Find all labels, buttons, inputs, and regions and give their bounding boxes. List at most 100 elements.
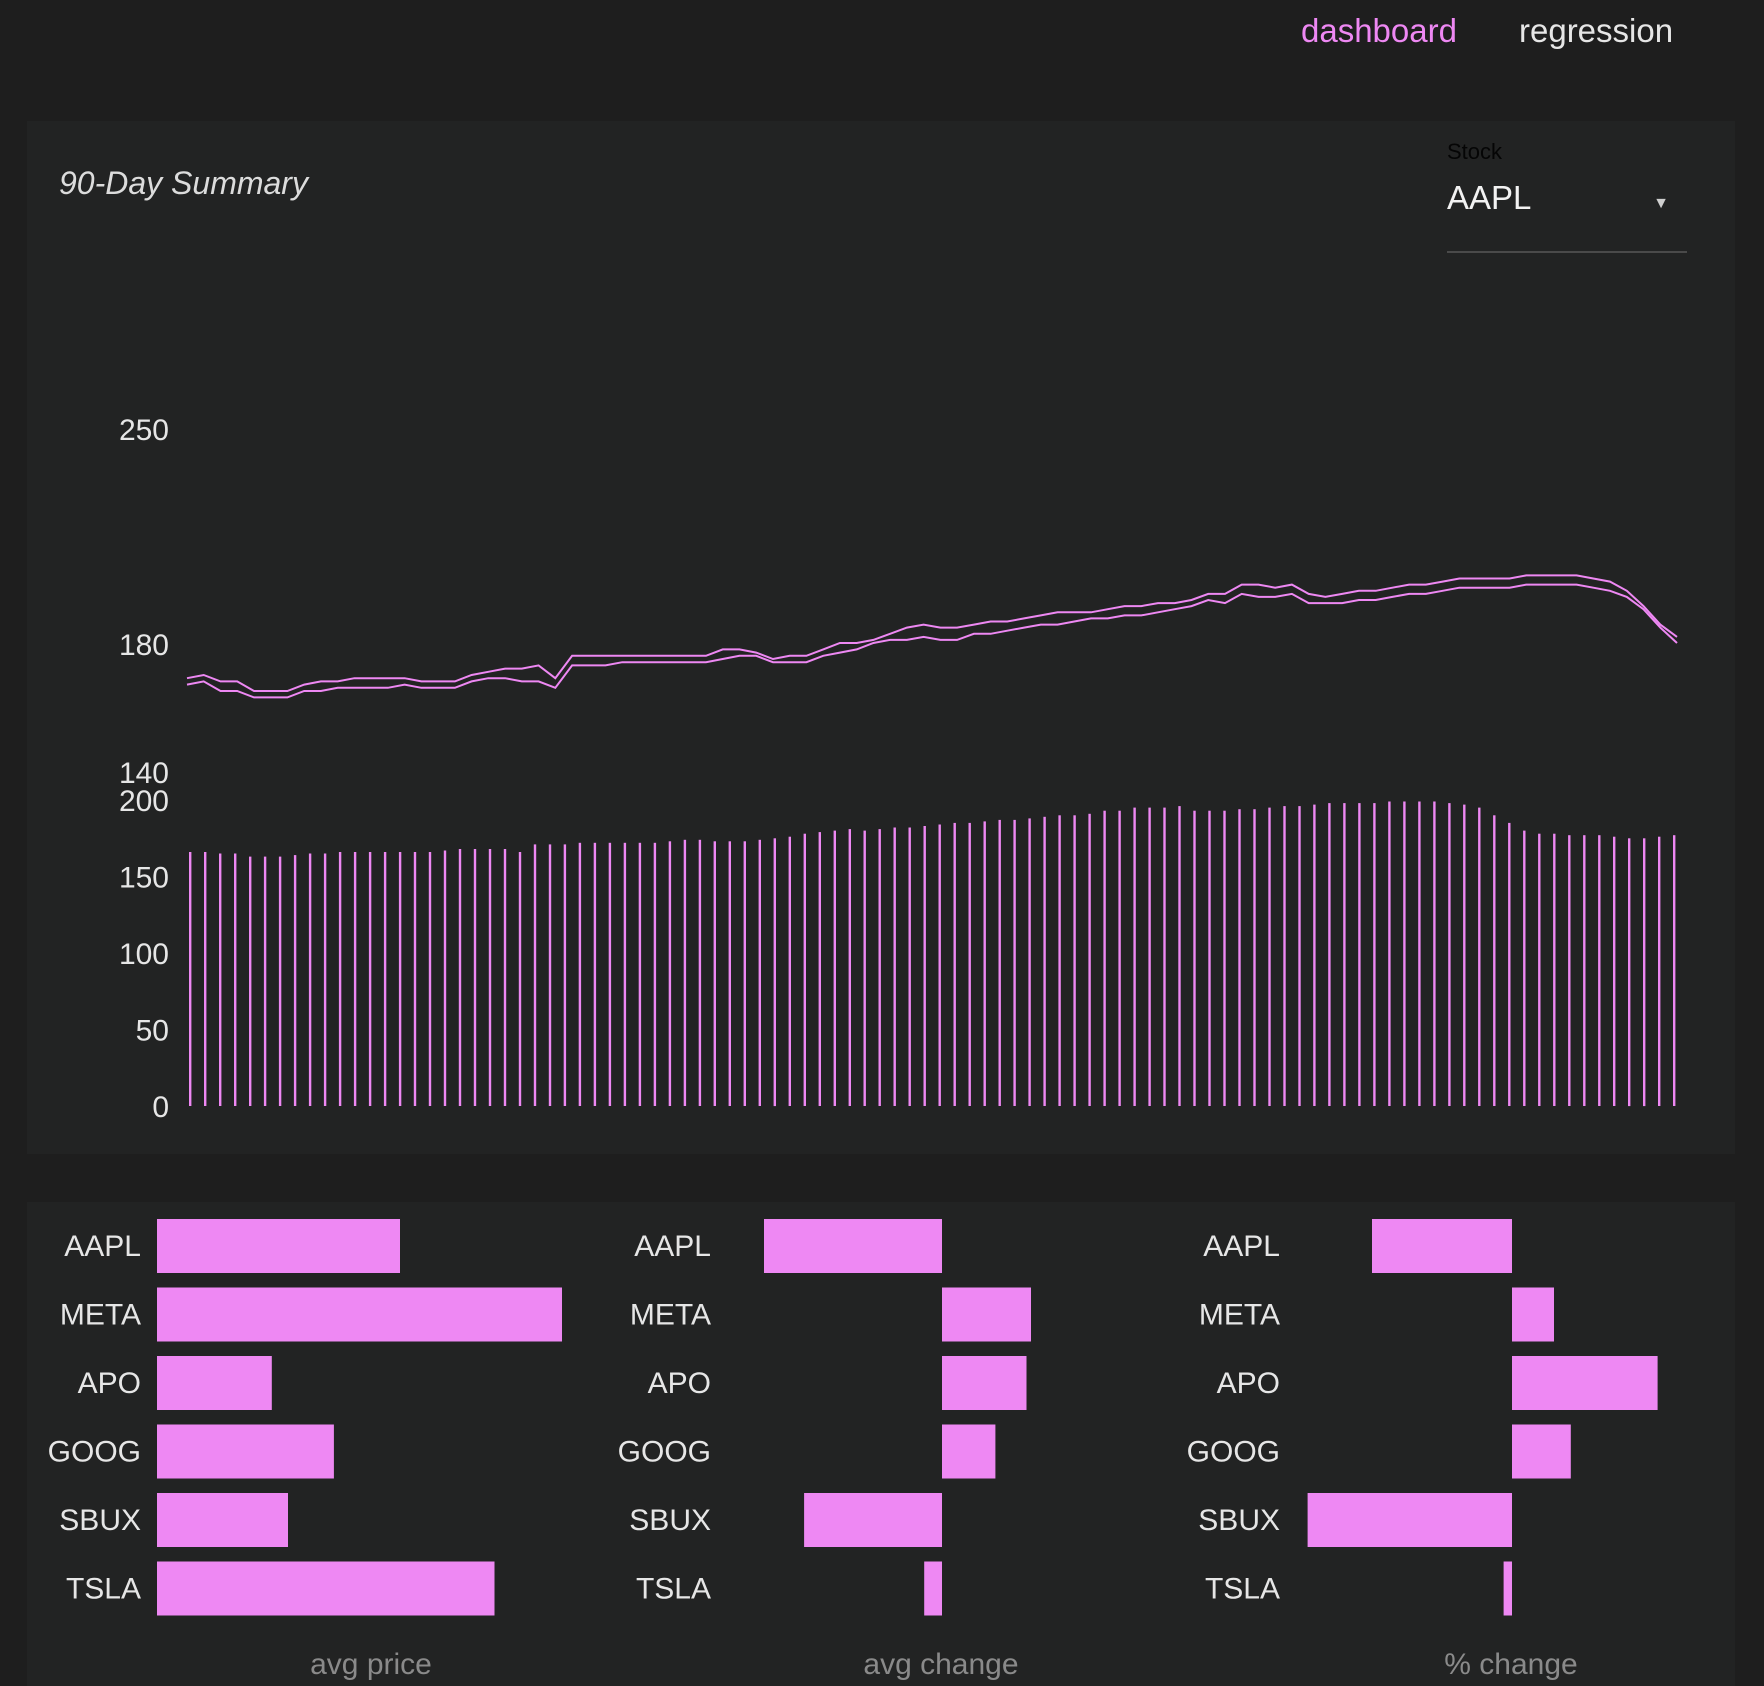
category-label: AAPL <box>634 1230 711 1263</box>
volume-bar <box>1448 803 1451 1106</box>
chart-x-label: avg change <box>863 1648 1018 1681</box>
volume-bar <box>1343 803 1346 1106</box>
volume-bar <box>593 842 597 1106</box>
category-label: GOOG <box>618 1436 711 1469</box>
volume-bar <box>1328 803 1331 1106</box>
volume-bar <box>953 822 956 1106</box>
stock-select[interactable]: Stock AAPL ▼ <box>1447 139 1687 253</box>
nav-regression[interactable]: regression <box>1519 12 1673 50</box>
volume-bar <box>1358 803 1361 1106</box>
volume-y-tick: 50 <box>136 1015 169 1048</box>
volume-bar <box>234 853 237 1106</box>
chart-x-label: avg price <box>310 1648 432 1681</box>
volume-bar <box>1373 803 1376 1106</box>
volume-bar <box>608 842 612 1106</box>
volume-bar <box>338 852 342 1106</box>
volume-bar <box>1088 813 1091 1106</box>
metric-bar <box>1503 1561 1512 1616</box>
volume-bar <box>1043 816 1046 1106</box>
summary-panel: 90-Day Summary Stock AAPL ▼ 250 180 140 20… <box>27 121 1735 1154</box>
metric-bar <box>804 1493 942 1547</box>
volume-bar <box>1178 806 1181 1106</box>
volume-bar <box>908 827 911 1106</box>
volume-bar <box>1028 818 1031 1106</box>
volume-bar <box>1628 838 1631 1107</box>
volume-bar <box>1013 819 1016 1106</box>
volume-bar <box>473 849 477 1106</box>
volume-bar <box>1058 815 1061 1106</box>
volume-bar <box>204 852 207 1106</box>
summary-title: 90-Day Summary <box>59 165 308 201</box>
volume-bar <box>1418 801 1421 1106</box>
volume-bar <box>1583 835 1586 1106</box>
chevron-down-icon: ▼ <box>1653 195 1669 212</box>
volume-bar <box>1268 807 1271 1106</box>
volume-bar <box>398 852 402 1106</box>
volume-bar <box>1523 830 1526 1106</box>
category-label: META <box>60 1299 141 1332</box>
comparison-panel: AAPL META APO GOOG SBUX TSLA avg price AAPL MET… <box>27 1202 1735 1686</box>
volume-bar <box>383 852 387 1106</box>
volume-bar <box>998 819 1001 1106</box>
volume-bar <box>1478 807 1481 1106</box>
volume-bar <box>938 824 941 1106</box>
volume-bar <box>219 853 222 1106</box>
category-label: APO <box>78 1367 141 1400</box>
stock-select-label: Stock <box>1447 139 1503 164</box>
volume-bar <box>1613 836 1616 1106</box>
volume-bar <box>308 853 312 1106</box>
volume-bar <box>848 829 851 1106</box>
price-series-line-1 <box>186 583 1678 699</box>
volume-bar <box>833 830 836 1106</box>
category-label: TSLA <box>1205 1573 1280 1606</box>
category-label: GOOG <box>1187 1436 1280 1469</box>
volume-bar <box>278 856 282 1106</box>
volume-bar <box>1508 822 1511 1106</box>
volume-bar <box>1388 801 1391 1106</box>
price-line-chart: 250180140 <box>119 414 1678 790</box>
chart-x-label: % change <box>1444 1648 1577 1681</box>
volume-bar <box>1598 835 1601 1106</box>
nav-dashboard[interactable]: dashboard <box>1301 12 1457 50</box>
metric-bar <box>1372 1219 1512 1273</box>
volume-bar <box>968 822 971 1106</box>
volume-bar <box>249 856 252 1106</box>
volume-bar <box>1538 833 1541 1106</box>
metric-bar <box>1307 1493 1512 1547</box>
price-y-tick: 250 <box>119 414 169 447</box>
volume-bar <box>878 829 881 1106</box>
volume-bar <box>818 832 821 1106</box>
volume-bar <box>713 841 716 1106</box>
stock-select-value: AAPL <box>1447 179 1532 216</box>
volume-bar <box>1313 804 1316 1106</box>
volume-bar <box>1103 810 1106 1106</box>
volume-bar <box>189 852 192 1106</box>
volume-bar <box>413 852 417 1106</box>
volume-bar <box>518 852 522 1106</box>
volume-bar <box>698 839 702 1106</box>
volume-y-tick: 200 <box>119 785 169 818</box>
volume-y-tick: 0 <box>152 1091 169 1124</box>
volume-bar <box>293 855 297 1106</box>
category-label: META <box>630 1299 711 1332</box>
volume-bar <box>1073 815 1076 1106</box>
volume-bar <box>368 852 372 1106</box>
volume-bar <box>1118 810 1121 1106</box>
volume-bar <box>1163 807 1166 1106</box>
volume-bar <box>503 849 507 1106</box>
category-label: SBUX <box>629 1504 711 1537</box>
category-label: META <box>1199 1299 1280 1332</box>
volume-bar <box>623 842 627 1106</box>
volume-bar <box>803 833 806 1106</box>
volume-bar <box>1223 810 1226 1106</box>
volume-bar <box>758 839 761 1106</box>
volume-bar <box>1148 807 1151 1106</box>
volume-bar <box>923 826 926 1106</box>
category-label: TSLA <box>66 1573 141 1606</box>
volume-bar <box>983 821 986 1106</box>
volume-bar <box>263 856 267 1106</box>
volume-bar <box>1298 806 1301 1106</box>
avg-price-chart: AAPL META APO GOOG SBUX TSLA avg price <box>48 1219 562 1681</box>
volume-bar <box>1658 836 1661 1106</box>
volume-bar <box>1643 838 1646 1107</box>
